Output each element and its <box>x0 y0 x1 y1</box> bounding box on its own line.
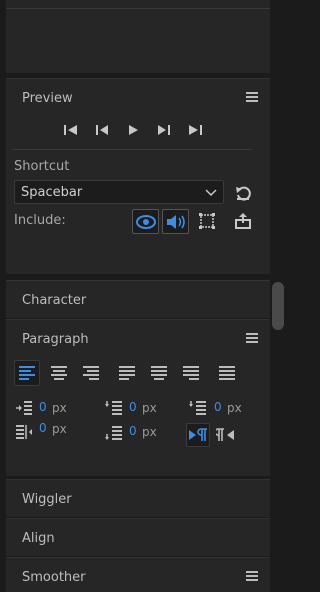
unit-label: px <box>52 401 67 415</box>
character-panel: Character <box>6 280 270 318</box>
first-frame-icon[interactable] <box>62 123 79 137</box>
align-panel: Align <box>6 518 270 556</box>
text-direction-ltr-icon[interactable] <box>186 423 210 447</box>
smoother-header[interactable]: Smoother <box>6 558 270 592</box>
preview-header[interactable]: Preview <box>6 79 270 117</box>
panel-top-stub <box>6 0 270 73</box>
play-icon[interactable] <box>124 123 141 137</box>
shortcut-label: Shortcut <box>14 159 70 174</box>
space-after-value[interactable]: 0 <box>129 424 137 438</box>
preview-panel: Preview Shortcut Spacebar Include: <box>6 78 270 274</box>
menu-icon[interactable] <box>246 333 258 344</box>
text-direction-rtl-icon[interactable] <box>214 423 238 447</box>
reset-icon[interactable] <box>232 182 254 204</box>
shortcut-select[interactable]: Spacebar <box>14 180 224 204</box>
align-header[interactable]: Align <box>6 519 270 557</box>
previous-frame-icon[interactable] <box>93 123 110 137</box>
scrollbar-thumb[interactable] <box>272 282 284 330</box>
space-after-icon <box>104 424 124 442</box>
menu-icon[interactable] <box>246 92 258 103</box>
first-line-indent-value[interactable]: 0 <box>214 400 222 414</box>
audio-toggle-speaker-icon[interactable] <box>162 209 189 234</box>
panel-title: Wiggler <box>22 491 72 507</box>
transport-controls <box>62 123 203 137</box>
panel-title: Align <box>22 530 55 546</box>
paragraph-panel: Paragraph 0 px 0 px 0 px 0 px 0 px <box>6 319 270 476</box>
include-label: Include: <box>14 213 66 228</box>
unit-label: px <box>52 422 67 436</box>
space-before-value[interactable]: 0 <box>129 400 137 414</box>
space-before-icon <box>104 399 124 417</box>
unit-label: px <box>227 401 242 415</box>
paragraph-header[interactable]: Paragraph <box>6 320 270 358</box>
align-center-icon[interactable] <box>46 360 72 386</box>
align-left-icon[interactable] <box>14 360 40 386</box>
panel-title: Paragraph <box>22 331 89 347</box>
align-right-icon[interactable] <box>78 360 104 386</box>
first-line-indent-icon <box>188 399 208 417</box>
indent-left-icon <box>14 399 34 417</box>
menu-icon[interactable] <box>246 571 258 582</box>
video-toggle-eye-icon[interactable] <box>132 209 159 234</box>
justify-left-icon[interactable] <box>114 360 140 386</box>
panel-title: Character <box>22 292 87 308</box>
chevron-down-icon <box>205 187 217 202</box>
next-frame-icon[interactable] <box>155 123 172 137</box>
unit-label: px <box>142 425 157 439</box>
wiggler-header[interactable]: Wiggler <box>6 480 270 518</box>
overlays-toggle-icon[interactable] <box>196 210 218 232</box>
indent-right-value[interactable]: 0 <box>39 421 47 435</box>
smoother-panel: Smoother <box>6 557 270 592</box>
justify-all-icon[interactable] <box>214 360 240 386</box>
justify-center-icon[interactable] <box>146 360 172 386</box>
indent-left-value[interactable]: 0 <box>39 400 47 414</box>
character-header[interactable]: Character <box>6 281 270 319</box>
justify-right-icon[interactable] <box>178 360 204 386</box>
unit-label: px <box>142 401 157 415</box>
shortcut-value: Spacebar <box>21 184 83 200</box>
export-icon[interactable] <box>232 210 254 232</box>
divider <box>12 149 252 150</box>
divider <box>6 8 270 9</box>
panel-title: Preview <box>22 90 73 106</box>
last-frame-icon[interactable] <box>186 123 203 137</box>
wiggler-panel: Wiggler <box>6 479 270 517</box>
indent-right-icon <box>14 423 34 441</box>
panel-title: Smoother <box>22 569 86 585</box>
